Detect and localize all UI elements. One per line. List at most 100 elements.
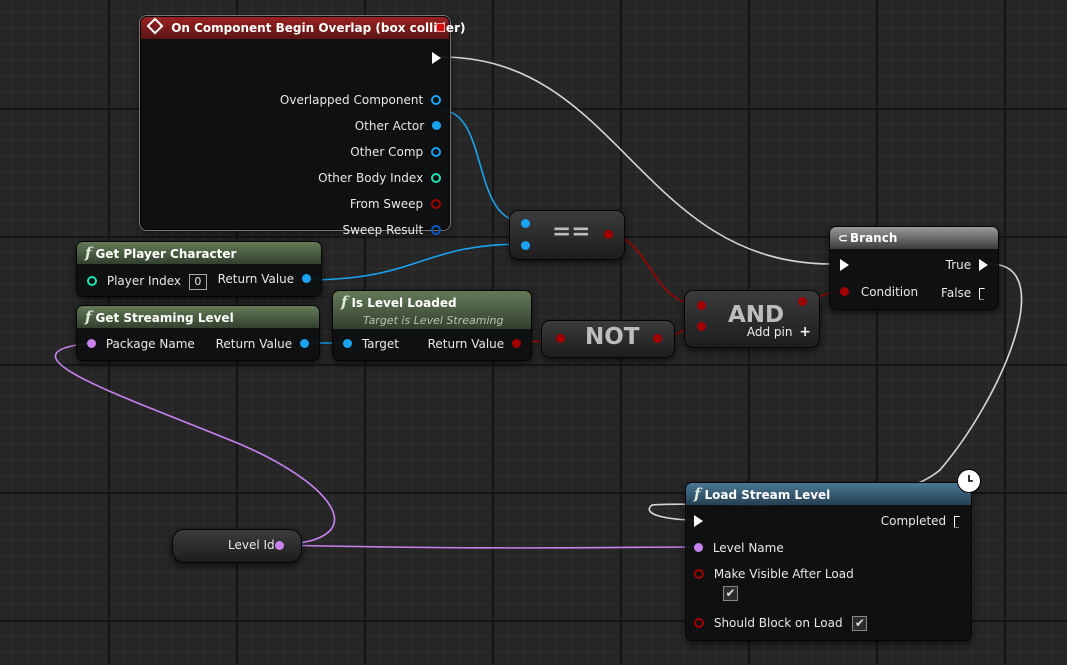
- exec-out-hollow-icon: [979, 287, 988, 300]
- node-title: Load Stream Level: [704, 488, 831, 502]
- object-pin-icon: [431, 146, 441, 157]
- pin-from-sweep[interactable]: From Sweep: [350, 194, 441, 214]
- get-streaming-level-node[interactable]: f Get Streaming Level Package Name Return…: [76, 305, 320, 361]
- equal-label: ==: [552, 219, 591, 245]
- variable-label: Level Id: [228, 538, 275, 552]
- pin-label: Return Value: [215, 337, 293, 351]
- bool-pin-icon: [694, 617, 704, 628]
- make-visible-checkbox[interactable]: ✔: [723, 583, 738, 603]
- int-pin-icon: [87, 275, 97, 286]
- pin-return-player[interactable]: Return Value: [218, 269, 311, 289]
- pin-label: Condition: [860, 285, 919, 299]
- and-operator-node[interactable]: AND Add pin +: [684, 290, 820, 348]
- object-pin-icon: [302, 274, 311, 283]
- pin-label: False: [941, 286, 972, 300]
- pin-label: From Sweep: [349, 197, 424, 211]
- pin-label: Other Body Index: [318, 171, 424, 185]
- pin-level-name[interactable]: Level Name: [694, 538, 784, 558]
- pin-label: Other Actor: [354, 119, 425, 133]
- wire-other-actor-to-equal: [439, 109, 525, 223]
- get-player-character-node[interactable]: f Get Player Character Player Index 0 Ret…: [76, 241, 322, 297]
- bool-pin-icon: [694, 568, 704, 579]
- bool-pin-icon[interactable]: [697, 322, 706, 331]
- pin-target[interactable]: Target: [343, 334, 399, 354]
- branch-exec-in-pin[interactable]: [840, 255, 849, 275]
- struct-pin-icon: [431, 224, 441, 235]
- pin-should-block[interactable]: Should Block on Load ✔: [694, 613, 868, 633]
- exec-out-hollow-icon: [954, 515, 963, 528]
- branch-node[interactable]: ⊂ Branch True Condition False: [829, 226, 999, 310]
- player-index-input[interactable]: 0: [188, 273, 207, 290]
- bool-pin-icon[interactable]: [653, 334, 662, 343]
- bool-pin-icon: [840, 287, 849, 296]
- object-pin-icon[interactable]: [521, 219, 530, 228]
- pin-other-body-index[interactable]: Other Body Index: [318, 168, 441, 188]
- pin-other-comp[interactable]: Other Comp: [350, 142, 441, 162]
- checkbox-checked[interactable]: ✔: [852, 616, 868, 631]
- int-pin-icon: [431, 172, 441, 183]
- exec-in-icon: [694, 514, 703, 527]
- exec-in-icon: [840, 258, 849, 271]
- node-title: Is Level Loaded: [351, 296, 457, 310]
- bool-pin-icon: [431, 198, 441, 209]
- pin-label: Sweep Result: [342, 223, 424, 237]
- clock-hands: [968, 475, 973, 482]
- node-title: Get Player Character: [95, 247, 237, 261]
- pin-label: Return Value: [427, 337, 505, 351]
- add-pin-button[interactable]: Add pin +: [747, 324, 811, 340]
- event-exec-out-pin[interactable]: [432, 48, 441, 68]
- exec-out-icon: [432, 51, 441, 64]
- function-icon: f: [85, 308, 92, 326]
- pin-player-index[interactable]: Player Index 0: [87, 271, 207, 291]
- name-pin-icon: [87, 339, 96, 348]
- bool-pin-icon[interactable]: [556, 334, 565, 343]
- event-node-begin-overlap[interactable]: On Component Begin Overlap (box collider…: [140, 16, 465, 237]
- bool-pin-icon[interactable]: [798, 297, 807, 306]
- is-level-loaded-header[interactable]: f Is Level Loaded Target is Level Streami…: [333, 291, 531, 329]
- bool-pin-icon: [512, 339, 521, 348]
- pin-condition[interactable]: Condition: [840, 282, 918, 302]
- pin-true[interactable]: True: [946, 255, 988, 275]
- pin-return-level[interactable]: Return Value: [216, 334, 309, 354]
- level-id-variable-node[interactable]: Level Id: [172, 529, 302, 563]
- event-node-header[interactable]: On Component Begin Overlap (box collider…: [141, 17, 465, 39]
- clock-icon: [957, 469, 981, 493]
- event-node-title: On Component Begin Overlap (box collider…: [171, 21, 466, 35]
- pin-sweep-result[interactable]: Sweep Result: [342, 220, 441, 240]
- load-stream-level-header[interactable]: f Load Stream Level: [686, 483, 971, 505]
- pin-label: Overlapped Component: [279, 93, 424, 107]
- pin-completed[interactable]: Completed: [881, 511, 963, 531]
- function-icon: f: [341, 293, 348, 311]
- pin-package-name[interactable]: Package Name: [87, 334, 195, 354]
- equal-operator-node[interactable]: ==: [509, 210, 625, 260]
- bool-pin-icon[interactable]: [697, 301, 706, 310]
- pin-make-visible[interactable]: Make Visible After Load: [694, 564, 854, 584]
- load-exec-in-pin[interactable]: [694, 511, 703, 531]
- wire-level-id-to-package: [54, 342, 336, 546]
- load-stream-level-node[interactable]: f Load Stream Level Completed Level Name …: [685, 482, 972, 641]
- bool-pin-icon[interactable]: [604, 230, 613, 239]
- get-streaming-level-header[interactable]: f Get Streaming Level: [77, 306, 319, 328]
- plus-icon: +: [799, 324, 811, 340]
- event-delegate-pin[interactable]: [436, 23, 445, 32]
- not-operator-node[interactable]: NOT: [541, 320, 675, 358]
- branch-header[interactable]: ⊂ Branch: [830, 227, 998, 249]
- object-pin-icon: [431, 94, 441, 105]
- pin-label: Player Index: [106, 274, 182, 288]
- pin-return-loaded[interactable]: Return Value: [428, 334, 521, 354]
- not-label: NOT: [585, 324, 640, 350]
- exec-wire-event-to-branch: [440, 56, 833, 265]
- object-pin-icon[interactable]: [521, 241, 530, 250]
- checkbox-checked[interactable]: ✔: [723, 586, 738, 601]
- pin-other-actor[interactable]: Other Actor: [355, 116, 441, 136]
- node-title: Get Streaming Level: [95, 311, 234, 325]
- name-pin-icon[interactable]: [275, 541, 284, 550]
- event-diamond-icon: [146, 17, 164, 35]
- get-player-character-header[interactable]: f Get Player Character: [77, 242, 321, 264]
- node-subtitle: Target is Level Streaming: [363, 314, 504, 327]
- object-pin-icon: [300, 339, 309, 348]
- pin-overlapped-component[interactable]: Overlapped Component: [280, 90, 441, 110]
- pin-label: Return Value: [217, 272, 295, 286]
- is-level-loaded-node[interactable]: f Is Level Loaded Target is Level Streami…: [332, 290, 532, 361]
- pin-false[interactable]: False: [941, 283, 988, 303]
